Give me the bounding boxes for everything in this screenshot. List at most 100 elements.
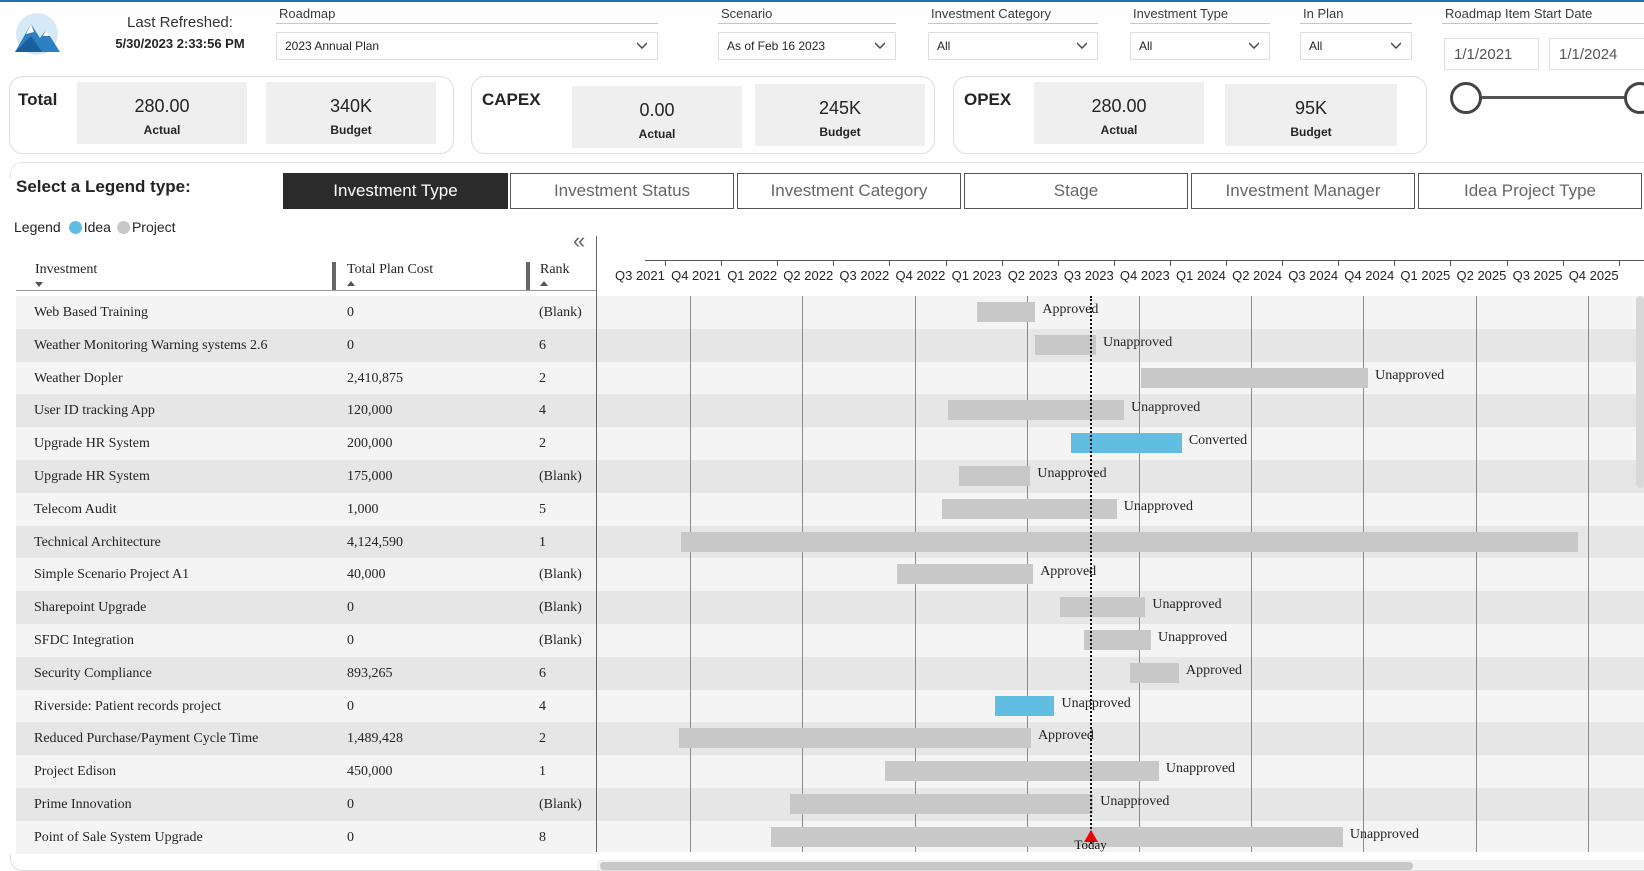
table-row[interactable]: Reduced Purchase/Payment Cycle Time 1,489… <box>16 722 596 756</box>
investment-name-cell: Web Based Training <box>34 305 148 320</box>
gantt-axis-tick <box>721 260 723 266</box>
gantt-bar[interactable] <box>1140 367 1369 388</box>
sort-asc-icon <box>347 281 355 286</box>
rank-cell: 2 <box>539 436 546 452</box>
gantt-bar[interactable] <box>790 794 1094 814</box>
roadmap-panel-bottom-border <box>10 854 1644 871</box>
legend-item-idea[interactable]: Idea <box>84 219 111 235</box>
table-row[interactable]: Web Based Training 0 (Blank) <box>16 296 596 329</box>
investment-type-dropdown[interactable]: All <box>1130 32 1270 60</box>
gantt-bar[interactable] <box>680 531 1579 552</box>
gantt-bar[interactable] <box>679 728 1031 749</box>
date-range-slider-end-handle[interactable] <box>1624 82 1644 114</box>
start-date-from-input[interactable]: 1/1/2021 <box>1444 38 1539 70</box>
table-row[interactable]: Upgrade HR System 175,000 (Blank) <box>16 459 596 493</box>
kpi-capex-budget-label: Budget <box>819 125 861 139</box>
plan-cost-cell: 0 <box>347 305 354 320</box>
date-range-slider-track[interactable] <box>1466 96 1644 99</box>
gantt-bar[interactable] <box>1059 597 1146 618</box>
gantt-bar[interactable] <box>1070 433 1182 454</box>
gantt-bar[interactable] <box>948 400 1125 421</box>
gantt-bar[interactable] <box>1083 630 1151 650</box>
gantt-bar-status-label: Approved <box>1186 662 1243 678</box>
kpi-opex-budget-card: 95K Budget <box>1225 84 1397 146</box>
gantt-axis-tick <box>1282 260 1284 266</box>
gantt-tick-label: Q2 2022 <box>783 268 834 283</box>
gantt-gridline <box>802 296 804 852</box>
gantt-bar[interactable] <box>1035 334 1096 355</box>
kpi-opex-actual-card: 280.00 Actual <box>1034 82 1204 144</box>
roadmap-dropdown[interactable]: 2023 Annual Plan <box>276 32 658 60</box>
table-row[interactable]: Weather Monitoring Warning systems 2.6 0 6 <box>16 328 596 362</box>
gantt-tick-label: Q1 2022 <box>727 268 778 283</box>
start-date-to-input[interactable]: 1/1/2024 <box>1549 38 1644 70</box>
kpi-capex-actual-card: 0.00 Actual <box>572 86 742 148</box>
table-row[interactable]: Point of Sale System Upgrade 0 8 <box>16 820 596 854</box>
table-row[interactable]: Telecom Audit 1,000 5 <box>16 492 596 526</box>
column-resize-handle[interactable] <box>332 262 336 290</box>
plan-cost-cell: 893,265 <box>347 665 393 681</box>
scenario-dropdown[interactable]: As of Feb 16 2023 <box>718 32 896 60</box>
investment-category-dropdown[interactable]: All <box>928 32 1098 60</box>
gantt-axis-tick <box>1226 260 1227 266</box>
gantt-bar-status-label: Unapproved <box>1375 367 1445 383</box>
legend-item-project[interactable]: Project <box>132 219 176 235</box>
legend-button-investment-category[interactable]: Investment Category <box>737 173 961 209</box>
kpi-opex-budget-label: Budget <box>1290 125 1332 139</box>
chevron-down-icon <box>1391 42 1401 49</box>
gantt-axis-tick <box>1113 260 1115 266</box>
table-row[interactable]: Security Compliance 893,265 6 <box>16 656 596 690</box>
gantt-bar-status-label: Converted <box>1188 433 1248 449</box>
gantt-bar[interactable] <box>995 695 1055 716</box>
rank-cell: (Blank) <box>539 600 582 616</box>
gantt-chart: Q3 2021 Q4 2021 Q1 2022 Q2 2022 Q3 2022 Q4 20… <box>597 256 1644 852</box>
table-row[interactable]: Technical Architecture 4,124,590 1 <box>16 525 596 559</box>
gantt-tick-label: Q4 2023 <box>1119 268 1170 283</box>
legend-button-investment-status[interactable]: Investment Status <box>510 173 734 209</box>
roadmap-slicer-title: Roadmap <box>276 6 658 24</box>
scenario-slicer-title: Scenario <box>718 6 896 24</box>
gantt-tick-label: Q2 2025 <box>1456 268 1507 283</box>
in-plan-dropdown[interactable]: All <box>1300 32 1412 60</box>
kpi-opex-budget-value: 95K <box>1294 98 1328 118</box>
collapse-table-icon[interactable]: « <box>573 228 585 254</box>
legend-button-investment-manager[interactable]: Investment Manager <box>1191 173 1415 209</box>
plan-cost-cell: 2,410,875 <box>347 370 403 386</box>
chevron-down-icon <box>875 42 885 49</box>
kpi-capex-label: CAPEX <box>482 90 541 109</box>
gantt-bar[interactable] <box>884 761 1159 782</box>
table-row[interactable]: Prime Innovation 0 (Blank) <box>16 787 596 821</box>
legend-button-idea-project-type[interactable]: Idea Project Type <box>1418 173 1642 209</box>
vertical-scrollbar[interactable] <box>1636 296 1644 488</box>
gantt-bar[interactable] <box>958 466 1031 486</box>
chart-legend: Legend Idea Project <box>14 219 176 235</box>
column-header-total-plan-cost[interactable]: Total Plan Cost <box>347 262 433 290</box>
column-header-investment[interactable]: Investment <box>35 262 97 290</box>
investment-name-cell: Riverside: Patient records project <box>34 698 221 714</box>
last-refreshed: Last Refreshed: 5/30/2023 2:33:56 PM <box>100 14 260 51</box>
table-row[interactable]: Weather Dopler 2,410,875 2 <box>16 361 596 395</box>
legend-button-stage[interactable]: Stage <box>964 173 1188 209</box>
table-row[interactable]: Upgrade HR System 200,000 2 <box>16 427 596 460</box>
table-row[interactable]: Simple Scenario Project A1 40,000 (Blank) <box>16 558 596 592</box>
column-resize-handle[interactable] <box>526 262 530 290</box>
table-row[interactable]: User ID tracking App 120,000 4 <box>16 394 596 428</box>
gantt-bar[interactable] <box>770 826 1343 847</box>
gantt-bar[interactable] <box>977 302 1036 322</box>
date-range-slider-start-handle[interactable] <box>1450 82 1482 114</box>
table-row[interactable]: Project Edison 450,000 1 <box>16 755 596 788</box>
table-row[interactable]: Riverside: Patient records project 0 4 <box>16 689 596 723</box>
table-row[interactable]: SFDC Integration 0 (Blank) <box>16 623 596 657</box>
legend-button-investment-type[interactable]: Investment Type <box>283 173 508 209</box>
gantt-axis-tick <box>1338 260 1340 266</box>
investment-name-cell: Project Edison <box>34 764 117 780</box>
rank-cell: 4 <box>539 403 546 419</box>
gantt-tick-label: Q1 2023 <box>951 268 1002 283</box>
gantt-bar[interactable] <box>1129 662 1180 683</box>
gantt-bar[interactable] <box>897 564 1034 585</box>
investment-name-cell: Reduced Purchase/Payment Cycle Time <box>34 731 259 747</box>
table-row[interactable]: Sharepoint Upgrade 0 (Blank) <box>16 591 596 624</box>
gantt-row <box>597 558 1644 592</box>
kpi-total-actual-value: 280.00 <box>134 96 190 116</box>
rank-cell: 1 <box>539 534 546 550</box>
